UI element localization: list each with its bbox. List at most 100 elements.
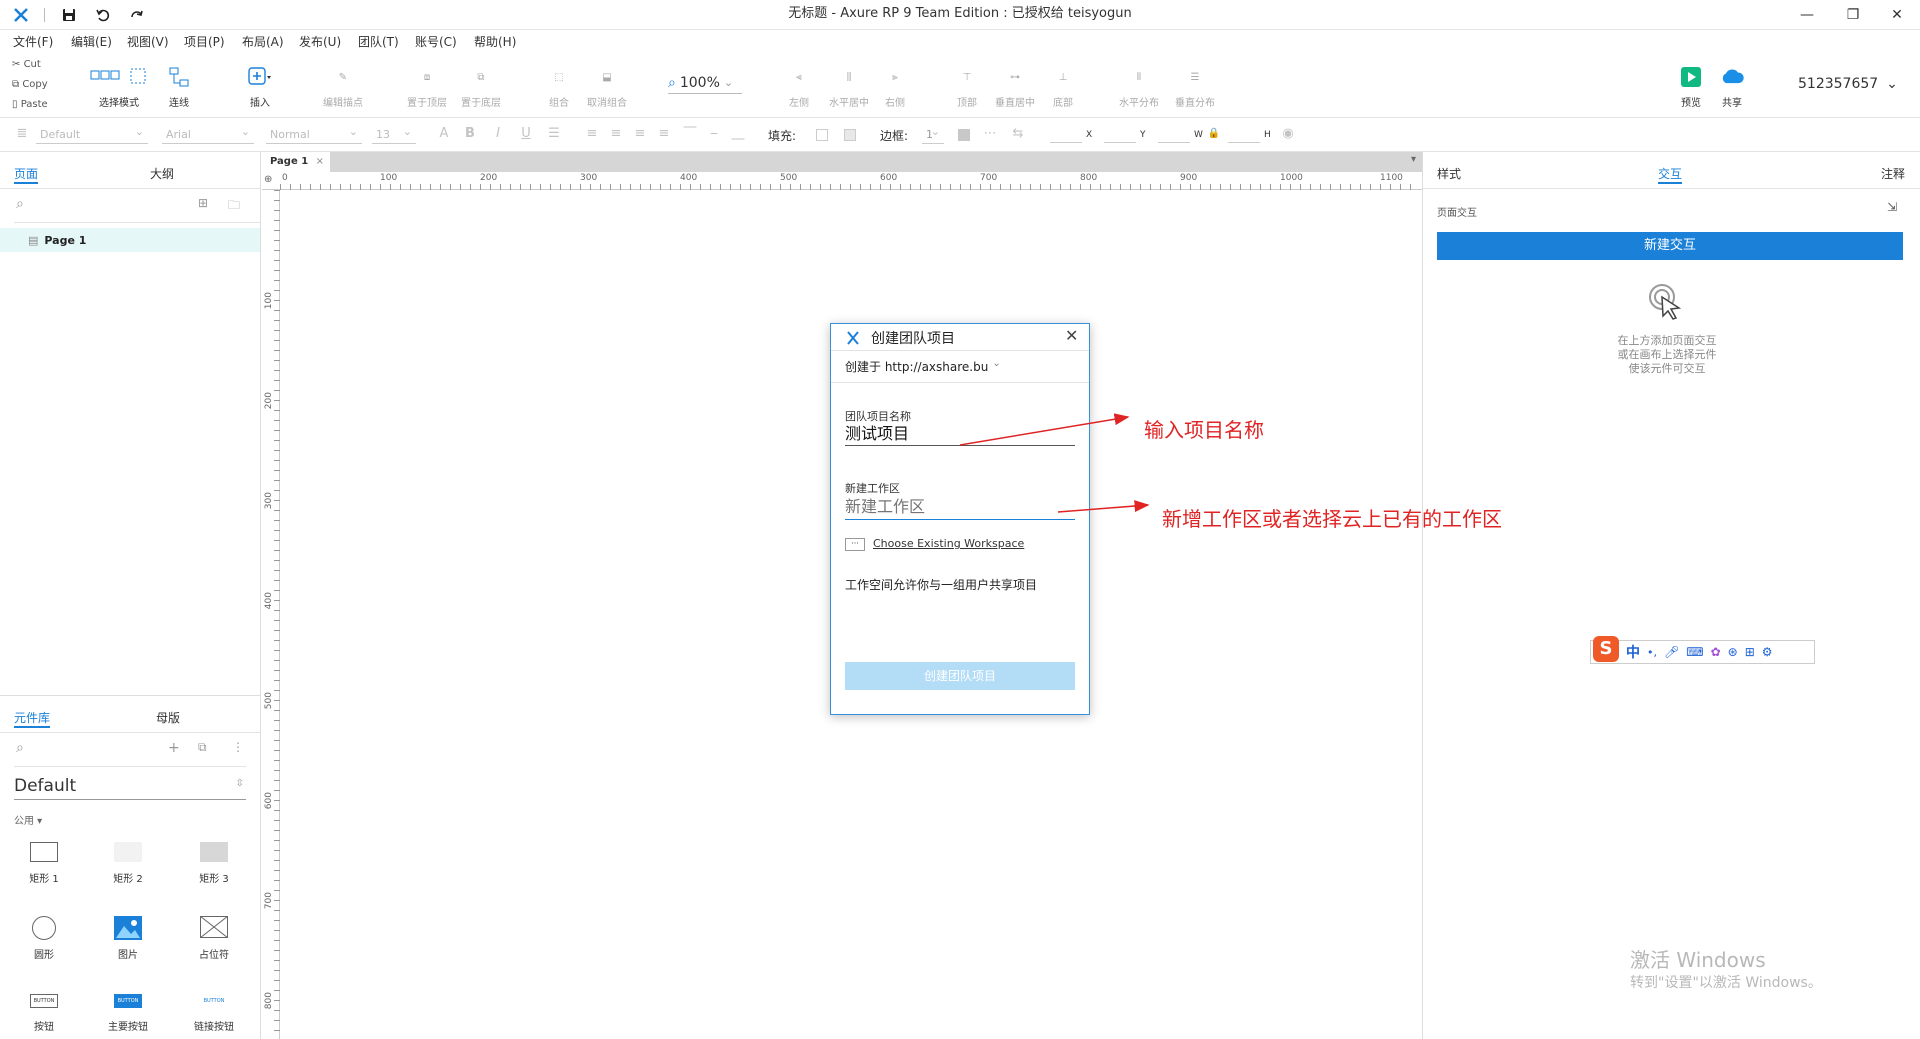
bring-front-button[interactable]: ⧈ 置于顶层 xyxy=(404,54,450,118)
fill-color-swatch[interactable] xyxy=(816,129,828,141)
border-style-icon[interactable]: ⋯ xyxy=(982,126,998,142)
tab-library[interactable]: 元件库 xyxy=(14,708,51,728)
widget-link-button[interactable]: BUTTON 链接按钮 xyxy=(184,994,244,1034)
widget-rect-3[interactable]: 矩形 3 xyxy=(184,842,244,892)
widget-circle[interactable]: 圆形 xyxy=(14,916,74,966)
distribute-v-button[interactable]: ☰ 垂直分布 xyxy=(1172,54,1218,118)
font-color-icon[interactable]: A xyxy=(436,126,452,142)
menu-view[interactable]: 视图(V) xyxy=(127,30,169,54)
bullet-list-icon[interactable]: ☰ xyxy=(546,126,562,142)
tab-outline[interactable]: 大纲 xyxy=(150,164,174,184)
widget-image[interactable]: 图片 xyxy=(98,916,158,966)
cut-button[interactable]: ✂ Cut xyxy=(12,56,41,74)
search-icon[interactable]: ⌕ xyxy=(16,740,24,756)
widget-rect-2[interactable]: 矩形 2 xyxy=(98,842,158,892)
align-text-right-icon[interactable]: ≡ xyxy=(632,126,648,142)
ungroup-button[interactable]: ⬓ 取消组合 xyxy=(584,54,630,118)
add-folder-icon[interactable]: 🗀 xyxy=(228,196,240,217)
choose-workspace-button[interactable]: ··· xyxy=(845,538,865,551)
ime-toolbar[interactable]: S 中 •, 🎤︎ ⌨ ✿ ⊛ ⊞ ⚙ xyxy=(1590,636,1815,664)
menu-layout[interactable]: 布局(A) xyxy=(242,30,284,54)
connect-button[interactable]: 连线 xyxy=(164,54,194,118)
page-tab[interactable]: Page 1 × xyxy=(262,152,330,172)
align-bottom-button[interactable]: ⊥ 底部 xyxy=(1048,54,1078,118)
library-select[interactable]: Default ⇳ xyxy=(14,776,246,800)
align-top-button[interactable]: ⊤ 顶部 xyxy=(952,54,982,118)
align-left-button[interactable]: ⫷ 左侧 xyxy=(784,54,814,118)
lock-icon[interactable]: 🔒 xyxy=(1206,126,1222,142)
valign-bottom-icon[interactable]: ⎽ xyxy=(730,126,746,142)
share-button[interactable]: 共享 xyxy=(1714,54,1750,118)
create-team-project-button[interactable]: 创建团队项目 xyxy=(845,662,1075,690)
menu-publish[interactable]: 发布(U) xyxy=(299,30,341,54)
widget-rect-1[interactable]: 矩形 1 xyxy=(14,842,74,892)
valign-top-icon[interactable]: ⎺ xyxy=(682,126,698,142)
more-vertical-icon[interactable]: ⋮ xyxy=(232,740,244,754)
size-select[interactable]: 13 xyxy=(372,123,416,144)
menu-edit[interactable]: 编辑(E) xyxy=(71,30,112,54)
close-icon[interactable]: × xyxy=(316,152,324,172)
send-back-button[interactable]: ⧉ 置于底层 xyxy=(458,54,504,118)
tab-notes[interactable]: 注释 xyxy=(1881,164,1905,184)
toolbox-grid-icon[interactable]: ⊞ xyxy=(1745,645,1755,659)
restore-button[interactable]: ❐ xyxy=(1830,0,1876,30)
paste-button[interactable]: ▯ Paste xyxy=(12,96,48,114)
settings-gear-icon[interactable]: ⚙ xyxy=(1762,645,1773,659)
undo-icon[interactable] xyxy=(94,6,112,24)
tab-masters[interactable]: 母版 xyxy=(156,708,180,728)
align-hcenter-button[interactable]: ⫼ 水平居中 xyxy=(826,54,872,118)
library-stack-icon[interactable]: ⧉ xyxy=(198,740,207,755)
visibility-eye-icon[interactable]: ◉ xyxy=(1280,126,1296,142)
tab-style[interactable]: 样式 xyxy=(1437,164,1461,184)
arrow-style-icon[interactable]: ⇆ xyxy=(1010,126,1026,142)
edit-point-button[interactable]: ✎ 编辑描点 xyxy=(320,54,366,118)
dialog-close-icon[interactable]: ✕ xyxy=(1065,326,1078,345)
menu-file[interactable]: 文件(F) xyxy=(13,30,53,54)
align-right-button[interactable]: ⫸ 右侧 xyxy=(880,54,910,118)
game-icon[interactable]: ⊛ xyxy=(1728,645,1738,659)
widget-placeholder[interactable]: 占位符 xyxy=(184,915,244,966)
page-item-page-1[interactable]: ▤ Page 1 xyxy=(0,228,260,252)
tab-interaction[interactable]: 交互 xyxy=(1658,164,1683,184)
widget-button[interactable]: BUTTON 按钮 xyxy=(14,994,74,1034)
x-input[interactable] xyxy=(1050,142,1082,143)
border-color-swatch[interactable] xyxy=(958,129,970,141)
select-mode-button[interactable]: 选择模式 xyxy=(82,54,156,118)
align-vcenter-button[interactable]: ⊶ 垂直居中 xyxy=(992,54,1038,118)
valign-middle-icon[interactable]: ⎯ xyxy=(706,126,722,142)
expand-icon[interactable]: ⇲ xyxy=(1887,200,1897,214)
redo-icon[interactable] xyxy=(128,6,146,24)
bold-icon[interactable]: B xyxy=(462,126,478,142)
skin-icon[interactable]: ✿ xyxy=(1711,645,1721,659)
account-menu[interactable]: 512357657 ⌄ xyxy=(1798,76,1898,92)
minimize-button[interactable]: — xyxy=(1784,0,1830,30)
menu-team[interactable]: 团队(T) xyxy=(358,30,399,54)
new-interaction-button[interactable]: 新建交互 xyxy=(1437,232,1903,260)
add-library-icon[interactable]: + xyxy=(168,740,180,756)
border-width-select[interactable]: 1 xyxy=(922,123,944,144)
ime-punct-label[interactable]: •, xyxy=(1647,646,1657,659)
group-button[interactable]: ⬚ 组合 xyxy=(544,54,574,118)
align-text-justify-icon[interactable]: ≡ xyxy=(656,126,672,142)
close-button[interactable]: ✕ xyxy=(1874,0,1920,30)
font-select[interactable]: Arial xyxy=(162,123,254,144)
menu-help[interactable]: 帮助(H) xyxy=(474,30,516,54)
choose-existing-workspace-link[interactable]: Choose Existing Workspace xyxy=(873,537,1024,550)
add-page-icon[interactable]: ⊞ xyxy=(198,196,208,210)
search-icon[interactable]: ⌕ xyxy=(16,196,24,212)
chevron-down-icon[interactable]: ▾ xyxy=(1411,154,1416,165)
menu-project[interactable]: 项目(P) xyxy=(184,30,225,54)
tab-pages[interactable]: 页面 xyxy=(14,164,39,184)
preview-button[interactable]: 预览 xyxy=(1676,54,1706,118)
menu-account[interactable]: 账号(C) xyxy=(415,30,457,54)
widget-primary-button[interactable]: BUTTON 主要按钮 xyxy=(98,994,158,1034)
y-input[interactable] xyxy=(1104,142,1136,143)
fill-image-swatch[interactable] xyxy=(844,129,856,141)
h-input[interactable] xyxy=(1228,142,1260,143)
style-select[interactable]: Default xyxy=(36,123,148,144)
keyboard-icon[interactable]: ⌨ xyxy=(1686,645,1703,659)
host-select[interactable]: 创建于 http://axshare.bu ⌄ xyxy=(845,358,1001,375)
ime-lang-label[interactable]: 中 xyxy=(1626,642,1640,662)
align-text-left-icon[interactable]: ≡ xyxy=(584,126,600,142)
microphone-icon[interactable]: 🎤︎ xyxy=(1664,645,1679,659)
